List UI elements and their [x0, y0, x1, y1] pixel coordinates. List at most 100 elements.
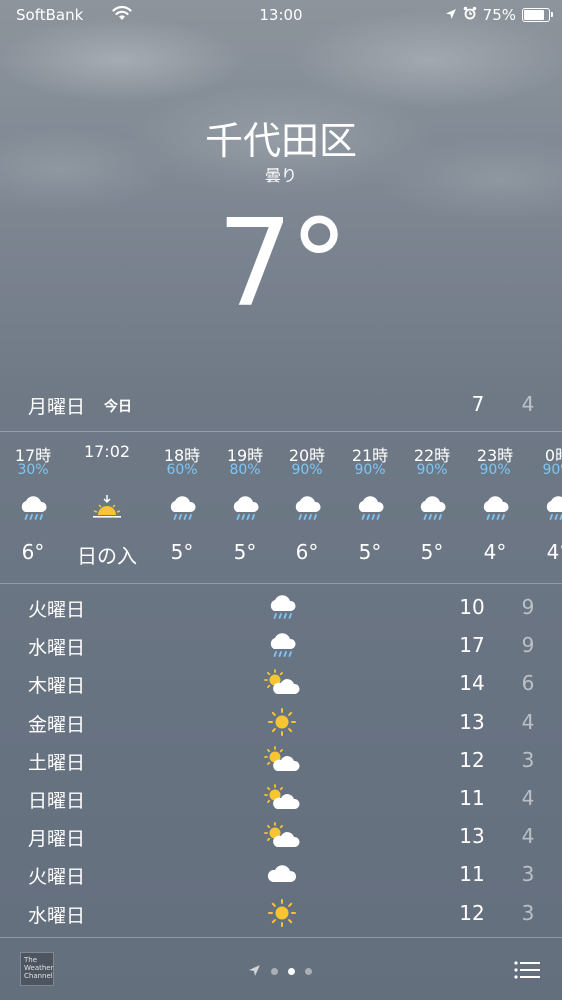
rain-cloud-icon — [262, 592, 302, 622]
current-temperature: 7° — [0, 195, 562, 334]
sunset-icon — [77, 482, 137, 534]
daily-row: 土曜日 12 3 — [0, 741, 562, 779]
alarm-icon — [463, 6, 477, 24]
hourly-precip: 90% — [291, 462, 323, 478]
location-arrow-icon — [445, 6, 457, 24]
partly-cloudy-icon — [262, 783, 302, 813]
hourly-time: 0時 — [544, 446, 562, 465]
hourly-precip — [77, 462, 137, 482]
hourly-precip: 90% — [416, 462, 448, 478]
daily-low: 6 — [521, 671, 535, 696]
daily-low: 4 — [521, 709, 535, 734]
daily-forecast[interactable]: 火曜日 10 9 水曜日 17 9 木曜日 14 6 金曜日 13 4 土曜日 12 3 日曜日 11 4 月曜日 1… — [0, 588, 562, 932]
page-dot-current[interactable] — [288, 968, 295, 975]
daily-row: 水曜日 17 9 — [0, 626, 562, 664]
hourly-precip: 90% — [542, 462, 562, 478]
hourly-temp: 5° — [358, 540, 382, 564]
daily-low: 3 — [521, 747, 535, 772]
daily-day: 金曜日 — [28, 713, 86, 736]
hourly-time: 21時 — [351, 446, 389, 465]
daily-row: 月曜日 13 4 — [0, 817, 562, 855]
sun-icon — [262, 898, 302, 928]
battery-icon — [522, 8, 553, 22]
hourly-time: 23時 — [476, 446, 514, 465]
weather-channel-logo[interactable]: The Weather Channel — [20, 952, 54, 986]
daily-day: 火曜日 — [28, 599, 86, 621]
daily-high: 13 — [459, 824, 485, 849]
daily-high: 14 — [459, 671, 485, 696]
hourly-temp: 4° — [546, 540, 562, 564]
list-icon[interactable] — [514, 960, 540, 980]
daily-high: 12 — [459, 747, 485, 772]
rain-cloud-icon — [402, 482, 462, 534]
daily-high: 10 — [459, 595, 485, 619]
partly-cloudy-icon — [262, 668, 302, 698]
daily-row: 日曜日 11 4 — [0, 779, 562, 817]
hourly-time: 17時 — [14, 446, 52, 465]
daily-row: 木曜日 14 6 — [0, 664, 562, 702]
hourly-forecast[interactable]: 17時 30% 6° 17:02 日の入 18時 60% 5° 19時 80% 5° 20時 90% 6°… — [0, 432, 562, 582]
daily-day: 水曜日 — [28, 904, 86, 927]
condition-text: 曇り — [264, 166, 297, 185]
rain-cloud-icon — [262, 630, 302, 660]
rain-cloud-icon — [215, 482, 275, 534]
bottom-bar: The Weather Channel — [0, 938, 562, 1000]
daily-day: 木曜日 — [28, 675, 86, 698]
daily-low: 9 — [521, 595, 535, 619]
hourly-temp: 6° — [295, 540, 319, 564]
temperature-value: 7 — [216, 195, 293, 334]
daily-row: 水曜日 12 3 — [0, 894, 562, 932]
cloud-icon — [262, 859, 302, 889]
today-day: 月曜日 — [28, 396, 86, 418]
daily-low: 4 — [521, 785, 535, 810]
today-low: 4 — [521, 392, 535, 416]
hourly-temp: 5° — [233, 540, 257, 564]
daily-high: 17 — [459, 633, 485, 658]
hourly-item: 17:02 日の入 — [77, 442, 137, 569]
hourly-temp: 日の入 — [77, 544, 137, 568]
hourly-precip: 60% — [166, 462, 198, 478]
rain-cloud-icon — [465, 482, 525, 534]
page-dot[interactable] — [305, 968, 312, 975]
hourly-time: 20時 — [288, 446, 326, 465]
hourly-time: 22時 — [413, 446, 451, 465]
hourly-precip: 90% — [479, 462, 511, 478]
hourly-item: 18時 60% 5° — [152, 442, 212, 564]
status-bar: SoftBank 13:00 75% — [0, 0, 562, 28]
hourly-item: 19時 80% 5° — [215, 442, 275, 564]
daily-high: 13 — [459, 709, 485, 734]
daily-low: 9 — [521, 633, 535, 658]
partly-cloudy-icon — [262, 745, 302, 775]
hourly-item: 17時 30% 6° — [3, 442, 63, 564]
hourly-item: 0時90% 4° — [528, 442, 562, 564]
daily-low: 4 — [521, 824, 535, 849]
today-summary: 月曜日 今日 7 4 — [0, 390, 562, 420]
daily-day: 土曜日 — [28, 751, 86, 774]
degree-symbol: ° — [289, 195, 349, 334]
location-arrow-icon — [248, 962, 261, 981]
today-tag: 今日 — [104, 399, 132, 415]
hourly-time: 17:02 — [83, 442, 131, 461]
hourly-item: 20時 90% 6° — [277, 442, 337, 564]
hourly-precip: 80% — [229, 462, 261, 478]
daily-day: 水曜日 — [28, 637, 86, 660]
daily-row: 火曜日 11 3 — [0, 855, 562, 893]
sun-icon — [262, 707, 302, 737]
hourly-item: 23時 90% 4° — [465, 442, 525, 564]
daily-day: 月曜日 — [28, 828, 86, 851]
partly-cloudy-icon — [262, 821, 302, 851]
page-indicator[interactable] — [248, 962, 312, 981]
daily-row: 金曜日 13 4 — [0, 703, 562, 741]
daily-low: 3 — [521, 862, 535, 887]
daily-high: 11 — [459, 862, 485, 887]
page-dot[interactable] — [271, 968, 278, 975]
rain-cloud-icon — [152, 482, 212, 534]
hourly-temp: 5° — [170, 540, 194, 564]
daily-day: 火曜日 — [28, 866, 86, 889]
hourly-precip: 90% — [354, 462, 386, 478]
hourly-temp: 4° — [483, 540, 507, 564]
rain-cloud-icon — [277, 482, 337, 534]
daily-row: 火曜日 10 9 — [0, 588, 562, 626]
today-high: 7 — [471, 392, 485, 416]
rain-cloud-icon — [3, 482, 63, 534]
